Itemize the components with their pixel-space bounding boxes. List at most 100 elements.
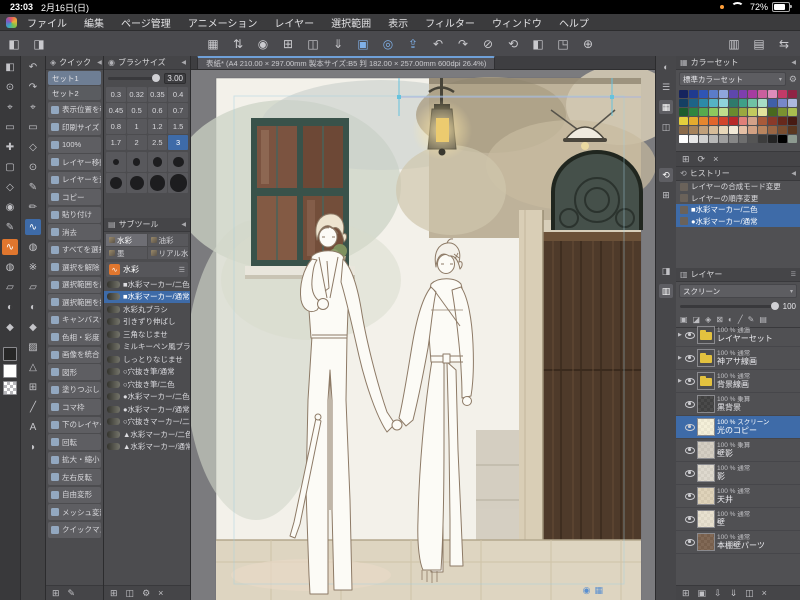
color-set-rail-icon[interactable]: ▦ <box>659 100 673 114</box>
expand-icon[interactable]: ▶ <box>678 378 683 384</box>
import-icon[interactable]: ⇓ <box>330 38 346 50</box>
quick-command-item[interactable]: 回転 <box>48 434 101 450</box>
brush-size-cell[interactable]: 0.45 <box>106 103 126 118</box>
layer-visibility-icon[interactable] <box>685 538 695 546</box>
color-swatch[interactable] <box>748 126 758 134</box>
camera-icon[interactable]: ◎ <box>380 38 396 50</box>
subtool-item[interactable]: ミルキーペン風ブラシ <box>104 341 190 354</box>
layer-row[interactable]: ▶ 100 % 通常 影 <box>676 462 800 485</box>
airbrush-tool[interactable]: ◍ <box>2 259 18 275</box>
layer-row[interactable]: ▶ 100 % スクリーン 光のコピー <box>676 416 800 439</box>
brush-size-dot[interactable] <box>168 173 188 193</box>
layer-panel-toggle-icon[interactable]: ▤ <box>751 38 767 50</box>
menu-item[interactable]: ヘルプ <box>559 15 589 30</box>
auto-select-tool[interactable]: ◇ <box>2 179 18 195</box>
quick-command-item[interactable]: 図形 <box>48 364 101 380</box>
color-swatch[interactable] <box>679 90 688 98</box>
operation-tool[interactable]: ▭ <box>2 119 18 135</box>
color-swatch[interactable] <box>788 117 797 125</box>
subtool-item[interactable]: ●水彩マーカー/通常 <box>104 403 190 416</box>
menu-item[interactable]: ページ管理 <box>121 15 171 30</box>
color-swatch[interactable] <box>748 99 758 107</box>
palette-icon[interactable]: ▤ <box>759 316 767 324</box>
subtool-group-tab[interactable]: リアル水彩 <box>147 247 188 259</box>
layer-visibility-icon[interactable] <box>685 423 695 431</box>
layer-visibility-icon[interactable] <box>685 446 695 454</box>
pencil-sub-tool[interactable]: ✏ <box>25 199 41 215</box>
color-swatch[interactable] <box>788 135 797 143</box>
color-swatch[interactable] <box>708 126 718 134</box>
color-swatch[interactable] <box>708 108 718 116</box>
undo-tool-icon[interactable]: ↶ <box>25 59 41 75</box>
subtool-group-tab[interactable]: 水彩 <box>106 234 147 246</box>
layer-color-icon[interactable]: ▣ <box>680 316 688 324</box>
layer-thumb[interactable] <box>697 533 715 551</box>
brush-size-cell[interactable]: 0.3 <box>106 87 126 102</box>
quick-command-item[interactable]: 左右反転 <box>48 469 101 485</box>
layer-rail-icon[interactable]: ▥ <box>659 284 673 298</box>
quick-command-item[interactable]: 色相・彩度・明度 <box>48 329 101 345</box>
gradient-sub-tool[interactable]: ▨ <box>25 339 41 355</box>
flip-canvas-icon[interactable]: ◧ <box>530 38 546 50</box>
ruler-sub-tool[interactable]: ╱ <box>25 399 41 415</box>
frame-border-sub-tool[interactable]: ⊞ <box>25 379 41 395</box>
brush-size-cell[interactable]: 3 <box>168 135 188 150</box>
color-swatch[interactable] <box>679 135 688 143</box>
color-swatch[interactable] <box>679 99 688 107</box>
color-swatch[interactable] <box>708 90 718 98</box>
edit-quick-item-icon[interactable]: ✎ <box>68 588 76 598</box>
lock-transparent-icon[interactable]: ⊠ <box>716 316 723 324</box>
clip-to-below-icon[interactable]: ◪ <box>693 316 701 324</box>
color-swatch[interactable] <box>778 126 788 134</box>
subtool-item[interactable]: ○穴抜きマーカー/二色 <box>104 416 190 429</box>
color-swatch[interactable] <box>748 108 758 116</box>
new-layer-icon[interactable]: ⊞ <box>682 588 690 598</box>
page-manager-icon[interactable]: ◫ <box>305 38 321 50</box>
quick-command-item[interactable]: 画像を統合 <box>48 346 101 363</box>
panel-arrange-icon[interactable]: ⇅ <box>230 38 246 50</box>
subtool-settings-icon[interactable]: ⚙ <box>142 588 150 598</box>
layer-property-rail-icon[interactable]: ◨ <box>659 264 673 278</box>
layer-visibility-icon[interactable] <box>685 331 695 339</box>
color-swatch[interactable] <box>768 135 778 143</box>
quick-command-item[interactable]: 消去 <box>48 224 101 240</box>
auto-select-sub-tool[interactable]: ◇ <box>25 139 41 155</box>
delete-color-icon[interactable]: × <box>713 154 718 164</box>
figure-sub-tool[interactable]: △ <box>25 359 41 375</box>
main-color-swatch[interactable] <box>3 347 17 361</box>
color-swatch[interactable] <box>768 108 778 116</box>
color-swatch[interactable] <box>758 117 768 125</box>
layer-row[interactable]: ▶ 100 % 通常 本棚壁パーツ <box>676 531 800 554</box>
brush-size-dot[interactable] <box>168 152 188 172</box>
color-swatch[interactable] <box>768 99 778 107</box>
quick-command-item[interactable]: 印刷サイズ <box>48 119 101 135</box>
layer-thumb[interactable] <box>697 418 715 436</box>
color-swatch[interactable] <box>738 90 748 98</box>
color-swatch[interactable] <box>688 117 698 125</box>
subtool-item[interactable]: 三角なじませ <box>104 328 190 341</box>
color-swatch[interactable] <box>688 90 698 98</box>
brush-size-dot[interactable] <box>147 173 168 193</box>
subtool-item[interactable]: ●水彩マーカー/二色 <box>104 391 190 404</box>
history-item[interactable]: レイヤーの順序変更 <box>676 193 800 205</box>
layer-move-tool[interactable]: ✚ <box>2 139 18 155</box>
color-swatch[interactable] <box>778 99 788 107</box>
photo-library-icon[interactable]: ▣ <box>355 38 371 50</box>
collapse-icon[interactable]: ◀ <box>181 59 186 66</box>
color-swatch[interactable] <box>718 90 728 98</box>
duplicate-layer-icon[interactable]: ◫ <box>745 588 754 598</box>
brush-size-dot[interactable] <box>106 152 126 172</box>
selection-tool[interactable]: ▢ <box>2 159 18 175</box>
layer-visibility-icon[interactable] <box>685 492 695 500</box>
quick-command-item[interactable]: すべてを選択 <box>48 241 101 258</box>
collapse-icon[interactable]: ◀ <box>791 59 796 66</box>
deselect-icon[interactable]: ⊘ <box>480 38 496 50</box>
quick-set-tab[interactable]: セット2 <box>48 86 101 100</box>
rotate-canvas-icon[interactable]: ⟲ <box>505 38 521 50</box>
layer-thumb[interactable] <box>697 510 715 528</box>
quick-command-item[interactable]: メッシュ変形 <box>48 504 101 520</box>
color-swatch[interactable] <box>758 135 768 143</box>
color-swatch[interactable] <box>718 108 728 116</box>
menu-item[interactable]: 選択範囲 <box>331 15 371 30</box>
blend-sub-tool[interactable]: ◐ <box>25 299 41 315</box>
